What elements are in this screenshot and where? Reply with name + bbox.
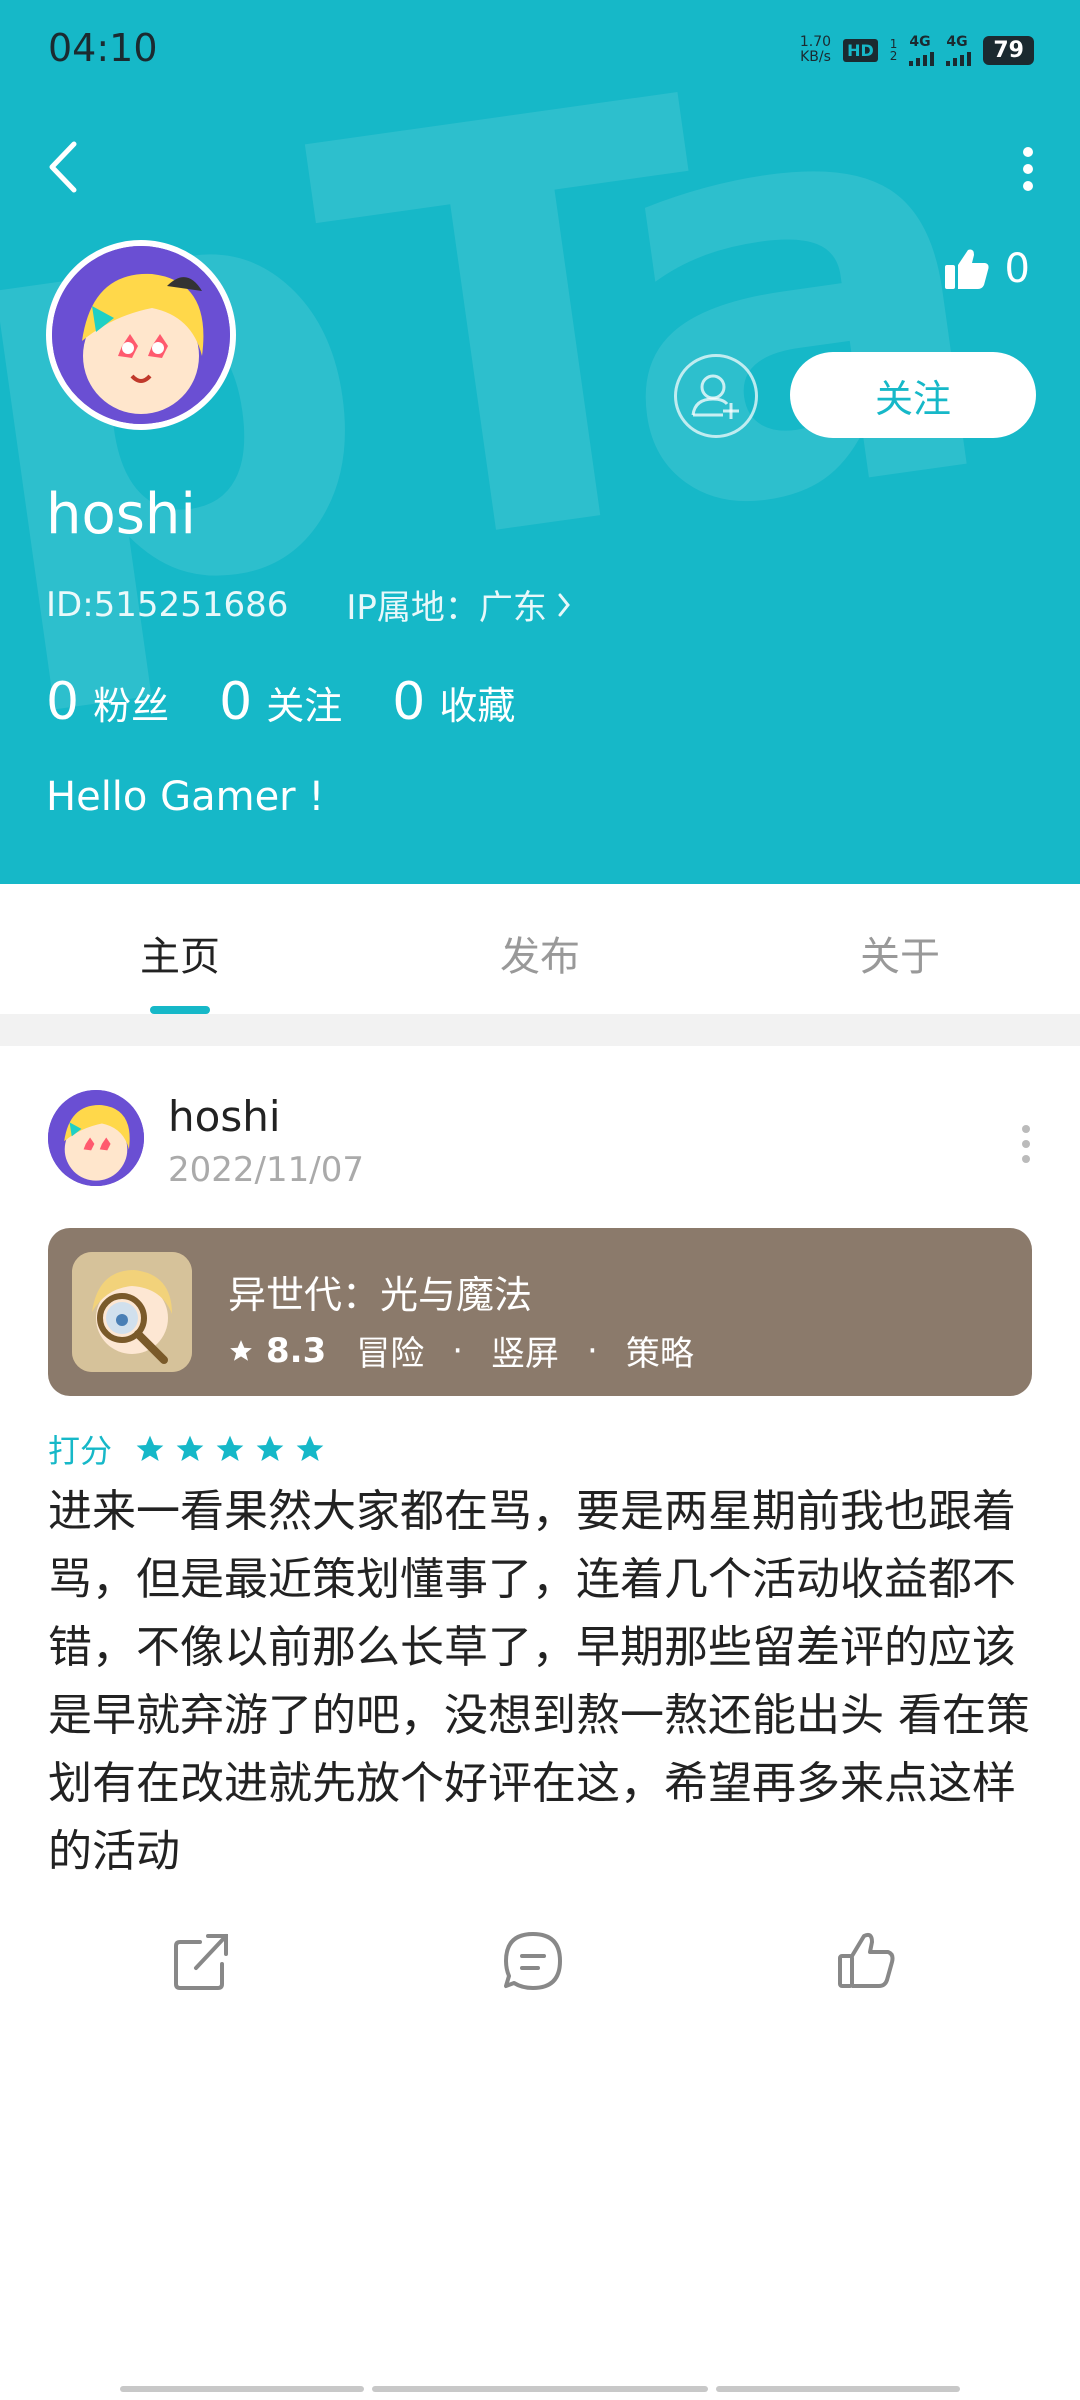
profile-stats: 0 粉丝 0 关注 0 收藏 (46, 672, 515, 732)
game-score: 8.3 (266, 1330, 327, 1371)
avatar-character-icon (48, 1090, 144, 1186)
profile-tabs: 主页 发布 关于 (0, 884, 1080, 1015)
game-name: 异世代：光与魔法 (228, 1273, 533, 1317)
game-icon (72, 1252, 192, 1372)
star-icon (296, 1435, 324, 1461)
game-tag: 冒险 (356, 1334, 425, 1374)
game-card[interactable]: 异世代：光与魔法 8.3 冒险 · 竖屏 · 策略 (48, 1228, 1032, 1396)
star-icon (256, 1435, 284, 1461)
more-vertical-icon[interactable] (1020, 1124, 1032, 1164)
like-count[interactable]: 0 (943, 246, 1030, 292)
tab-posts[interactable]: 发布 (440, 924, 640, 982)
profile-avatar[interactable] (46, 240, 236, 430)
share-icon[interactable] (166, 1926, 236, 1996)
nav-gesture-bar-center[interactable] (372, 2386, 708, 2392)
game-tag: 竖屏 (491, 1334, 560, 1374)
profile-header: pTa 04:10 1.70 KB/s HD 12 4G 4G 79 0 关注 … (0, 0, 1080, 884)
game-tag: 策略 (625, 1334, 694, 1374)
signal-icon-1: 4G (909, 34, 935, 66)
tag-separator: · (587, 1330, 598, 1371)
hd-sim-indicator: 12 (889, 37, 898, 63)
like-count-value: 0 (1004, 246, 1030, 292)
status-time: 04:10 (48, 26, 158, 70)
follow-button[interactable]: 关注 (790, 352, 1036, 438)
rating-row: 打分 (48, 1426, 326, 1472)
status-icons: 1.70 KB/s HD 12 4G 4G 79 (800, 34, 1034, 66)
status-bar: 04:10 1.70 KB/s HD 12 4G 4G 79 (0, 0, 1080, 100)
more-vertical-icon[interactable] (1020, 146, 1036, 192)
signal-icon-2: 4G (946, 34, 972, 66)
stat-fans[interactable]: 0 粉丝 (46, 672, 169, 732)
profile-username: hoshi (46, 482, 196, 547)
nav-gesture-bar-left (120, 2386, 364, 2392)
nav-gesture-bar-right (716, 2386, 960, 2392)
net-speed: 1.70 KB/s (799, 34, 832, 65)
star-icon (176, 1435, 204, 1461)
back-arrow-icon[interactable] (44, 140, 84, 194)
avatar-character-icon (52, 246, 230, 424)
star-icon (230, 1339, 252, 1361)
star-icon (136, 1435, 164, 1461)
post-author-avatar[interactable] (48, 1090, 144, 1186)
stat-following[interactable]: 0 关注 (219, 672, 342, 732)
profile-bio: Hello Gamer ! (46, 774, 325, 820)
add-friend-button[interactable] (674, 354, 758, 438)
post-date: 2022/11/07 (168, 1150, 364, 1190)
ip-location-link[interactable]: IP属地：广东 (346, 580, 571, 629)
battery-icon: 79 (983, 35, 1034, 65)
comment-icon[interactable] (498, 1926, 568, 1996)
user-id: ID:515251686 (46, 584, 289, 625)
review-text: 进来一看果然大家都在骂，要是两星期前我也跟着骂，但是最近策划懂事了，连着几个活动… (48, 1486, 1030, 1877)
thumbs-up-icon (944, 249, 989, 289)
chevron-right-icon (558, 593, 570, 616)
add-user-icon (691, 374, 739, 419)
tab-active-indicator (150, 1006, 210, 1014)
tab-about[interactable]: 关于 (800, 924, 1000, 982)
rating-stars (134, 1433, 326, 1465)
tag-separator: · (452, 1330, 464, 1371)
stat-favorites[interactable]: 0 收藏 (392, 672, 515, 732)
tab-home[interactable]: 主页 (80, 924, 280, 982)
star-icon (216, 1435, 244, 1461)
post-author-name[interactable]: hoshi (168, 1092, 281, 1141)
section-divider (0, 1014, 1080, 1046)
game-character-icon (72, 1252, 192, 1372)
hd-icon: HD (843, 38, 878, 62)
ip-location: IP属地：广东 (346, 588, 547, 628)
game-meta: 8.3 冒险 · 竖屏 · 策略 (228, 1326, 694, 1375)
profile-id-line: ID:515251686 IP属地：广东 (46, 580, 571, 629)
post-actions (0, 1926, 1080, 2006)
thumbs-up-icon[interactable] (832, 1926, 902, 1996)
rating-label: 打分 (48, 1432, 113, 1470)
